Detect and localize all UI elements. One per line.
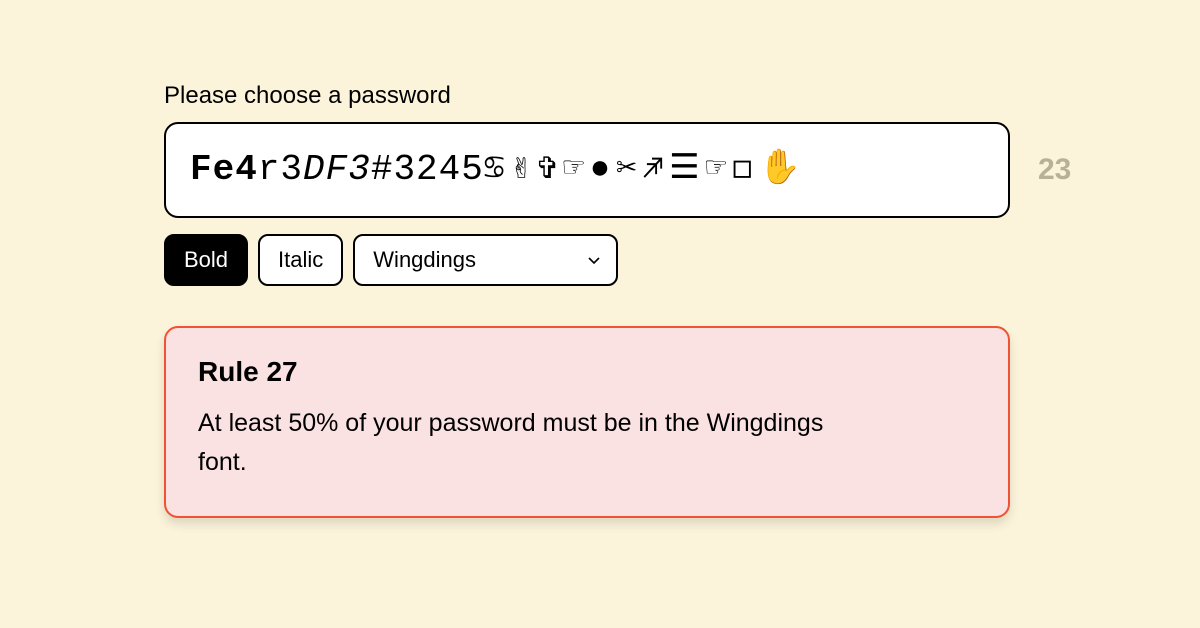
password-segment: Fe4 xyxy=(190,152,258,188)
password-row: Fe4r3DF3#3245♋✌✞☞●✂♐☰☞◻✋ 23 xyxy=(164,122,1200,218)
password-segment: r3 xyxy=(258,152,303,188)
password-segment: #3245 xyxy=(371,152,484,188)
password-segment: DF3 xyxy=(303,152,371,188)
chevron-down-icon xyxy=(586,252,602,268)
font-select-value: Wingdings xyxy=(373,247,476,273)
password-input[interactable]: Fe4r3DF3#3245♋✌✞☞●✂♐☰☞◻✋ xyxy=(164,122,1010,218)
bold-button-label: Bold xyxy=(184,247,228,273)
char-count: 23 xyxy=(1038,153,1071,187)
bold-button[interactable]: Bold xyxy=(164,234,248,286)
prompt-label: Please choose a password xyxy=(164,82,1200,110)
rule-title: Rule 27 xyxy=(198,356,976,388)
italic-button[interactable]: Italic xyxy=(258,234,343,286)
password-segment: ♋✌✞☞●✂♐☰☞◻✋ xyxy=(484,153,807,187)
font-select[interactable]: Wingdings xyxy=(353,234,618,286)
rule-body: At least 50% of your password must be in… xyxy=(198,404,838,482)
rule-card: Rule 27 At least 50% of your password mu… xyxy=(164,326,1010,518)
format-toolbar: Bold Italic Wingdings xyxy=(164,234,1200,286)
italic-button-label: Italic xyxy=(278,247,323,273)
